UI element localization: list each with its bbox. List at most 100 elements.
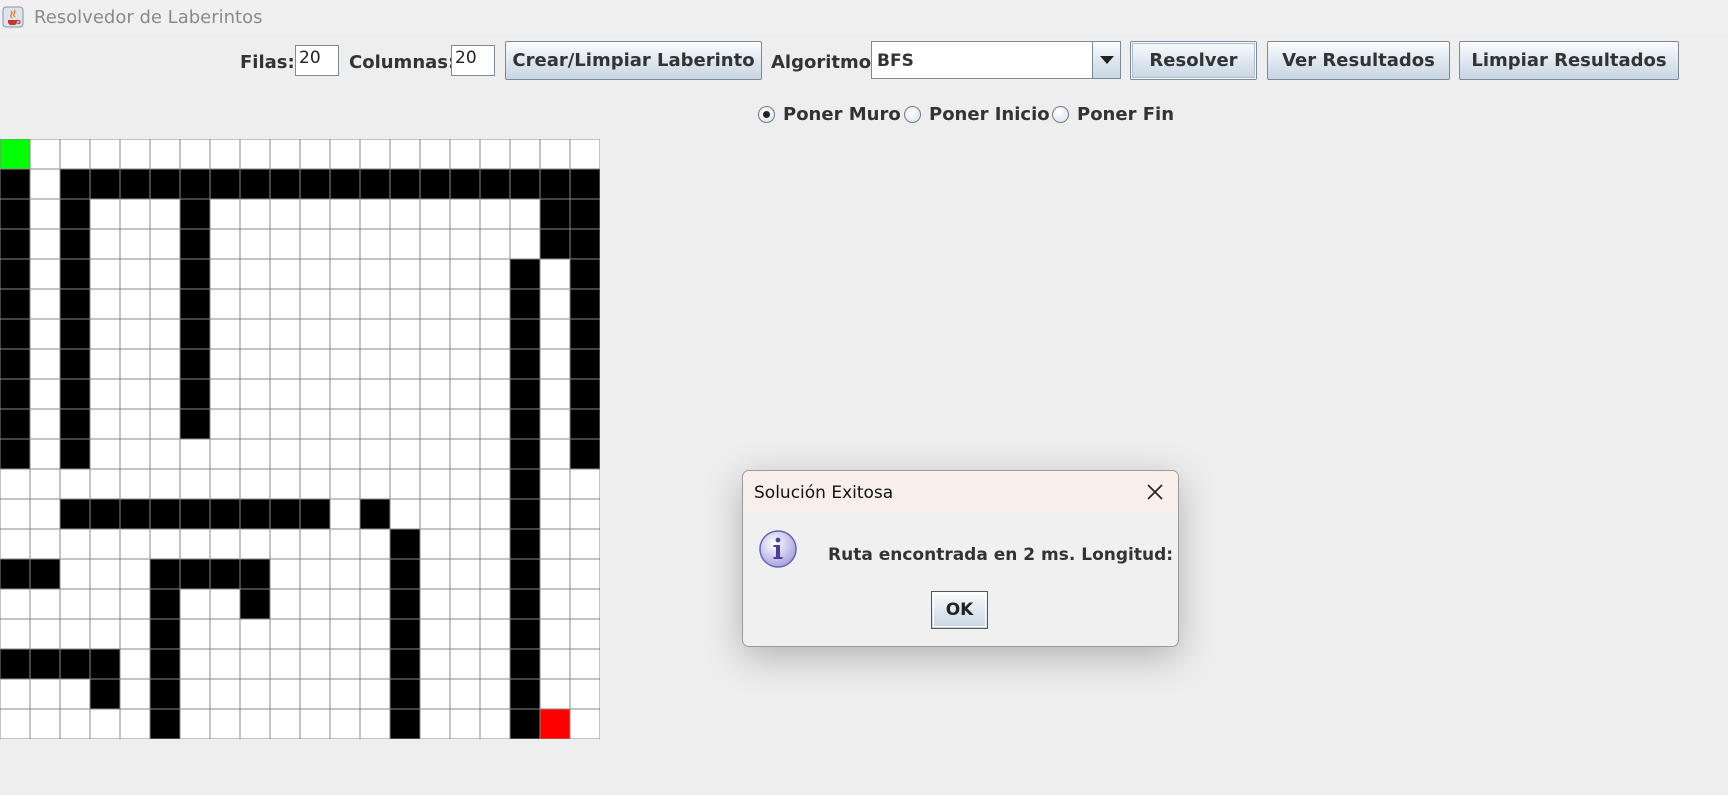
maze-cell[interactable] xyxy=(419,588,451,620)
maze-cell[interactable] xyxy=(419,468,451,500)
maze-cell[interactable] xyxy=(299,438,331,470)
maze-cell[interactable] xyxy=(569,588,600,620)
maze-wall-cell[interactable] xyxy=(179,168,211,200)
maze-cell[interactable] xyxy=(569,139,600,170)
maze-cell[interactable] xyxy=(0,708,31,739)
maze-cell[interactable] xyxy=(29,168,61,200)
maze-cell[interactable] xyxy=(479,228,511,260)
maze-cell[interactable] xyxy=(419,558,451,590)
maze-wall-cell[interactable] xyxy=(59,198,91,230)
maze-cell[interactable] xyxy=(539,288,571,320)
maze-cell[interactable] xyxy=(449,498,481,530)
maze-wall-cell[interactable] xyxy=(509,348,541,380)
maze-cell[interactable] xyxy=(89,228,121,260)
maze-wall-cell[interactable] xyxy=(89,168,121,200)
maze-cell[interactable] xyxy=(179,139,211,170)
maze-cell[interactable] xyxy=(419,378,451,410)
maze-wall-cell[interactable] xyxy=(29,648,61,680)
maze-cell[interactable] xyxy=(29,498,61,530)
maze-cell[interactable] xyxy=(269,618,301,650)
maze-cell[interactable] xyxy=(209,708,241,739)
maze-cell[interactable] xyxy=(209,528,241,560)
maze-cell[interactable] xyxy=(239,618,271,650)
maze-cell[interactable] xyxy=(419,258,451,290)
maze-wall-cell[interactable] xyxy=(509,528,541,560)
maze-cell[interactable] xyxy=(89,588,121,620)
maze-cell[interactable] xyxy=(209,258,241,290)
maze-cell[interactable] xyxy=(269,288,301,320)
maze-wall-cell[interactable] xyxy=(509,678,541,710)
maze-cell[interactable] xyxy=(449,618,481,650)
maze-cell[interactable] xyxy=(329,678,361,710)
maze-cell[interactable] xyxy=(239,708,271,739)
maze-cell[interactable] xyxy=(389,408,421,440)
maze-cell[interactable] xyxy=(179,588,211,620)
maze-cell[interactable] xyxy=(0,678,31,710)
maze-cell[interactable] xyxy=(239,468,271,500)
maze-cell[interactable] xyxy=(239,139,271,170)
maze-wall-cell[interactable] xyxy=(569,258,600,290)
maze-cell[interactable] xyxy=(269,468,301,500)
maze-cell[interactable] xyxy=(359,228,391,260)
maze-wall-cell[interactable] xyxy=(359,168,391,200)
maze-wall-cell[interactable] xyxy=(59,648,91,680)
maze-cell[interactable] xyxy=(509,228,541,260)
maze-cell[interactable] xyxy=(539,648,571,680)
maze-cell[interactable] xyxy=(479,528,511,560)
maze-cell[interactable] xyxy=(89,348,121,380)
maze-cell[interactable] xyxy=(359,468,391,500)
maze-cell[interactable] xyxy=(209,288,241,320)
maze-cell[interactable] xyxy=(449,528,481,560)
maze-cell[interactable] xyxy=(89,258,121,290)
maze-cell[interactable] xyxy=(269,408,301,440)
maze-cell[interactable] xyxy=(119,348,151,380)
maze-cell[interactable] xyxy=(329,258,361,290)
maze-cell[interactable] xyxy=(239,288,271,320)
maze-wall-cell[interactable] xyxy=(59,348,91,380)
maze-cell[interactable] xyxy=(569,558,600,590)
maze-cell[interactable] xyxy=(419,228,451,260)
maze-cell[interactable] xyxy=(569,648,600,680)
maze-cell[interactable] xyxy=(359,258,391,290)
maze-cell[interactable] xyxy=(239,648,271,680)
maze-cell[interactable] xyxy=(479,348,511,380)
maze-cell[interactable] xyxy=(209,618,241,650)
maze-cell[interactable] xyxy=(269,588,301,620)
maze-cell[interactable] xyxy=(89,528,121,560)
maze-wall-cell[interactable] xyxy=(119,168,151,200)
maze-wall-cell[interactable] xyxy=(569,378,600,410)
maze-cell[interactable] xyxy=(59,528,91,560)
maze-cell[interactable] xyxy=(329,708,361,739)
maze-cell[interactable] xyxy=(269,558,301,590)
maze-cell[interactable] xyxy=(149,288,181,320)
maze-cell[interactable] xyxy=(479,378,511,410)
maze-wall-cell[interactable] xyxy=(389,708,421,739)
maze-wall-cell[interactable] xyxy=(179,318,211,350)
maze-cell[interactable] xyxy=(329,318,361,350)
maze-cell[interactable] xyxy=(539,348,571,380)
maze-cell[interactable] xyxy=(479,318,511,350)
maze-cell[interactable] xyxy=(329,139,361,170)
maze-cell[interactable] xyxy=(119,139,151,170)
maze-wall-cell[interactable] xyxy=(569,168,600,200)
maze-cell[interactable] xyxy=(359,588,391,620)
close-icon[interactable] xyxy=(1138,475,1172,509)
maze-cell[interactable] xyxy=(209,468,241,500)
maze-cell[interactable] xyxy=(299,288,331,320)
maze-wall-cell[interactable] xyxy=(89,678,121,710)
maze-cell[interactable] xyxy=(239,228,271,260)
maze-cell[interactable] xyxy=(569,678,600,710)
maze-wall-cell[interactable] xyxy=(149,498,181,530)
maze-wall-cell[interactable] xyxy=(149,678,181,710)
maze-cell[interactable] xyxy=(89,318,121,350)
maze-cell[interactable] xyxy=(269,648,301,680)
maze-cell[interactable] xyxy=(89,378,121,410)
maze-cell[interactable] xyxy=(299,588,331,620)
maze-cell[interactable] xyxy=(149,528,181,560)
maze-cell[interactable] xyxy=(389,378,421,410)
maze-cell[interactable] xyxy=(89,708,121,739)
maze-cell[interactable] xyxy=(149,438,181,470)
maze-cell[interactable] xyxy=(329,228,361,260)
maze-wall-cell[interactable] xyxy=(239,498,271,530)
maze-cell[interactable] xyxy=(29,708,61,739)
